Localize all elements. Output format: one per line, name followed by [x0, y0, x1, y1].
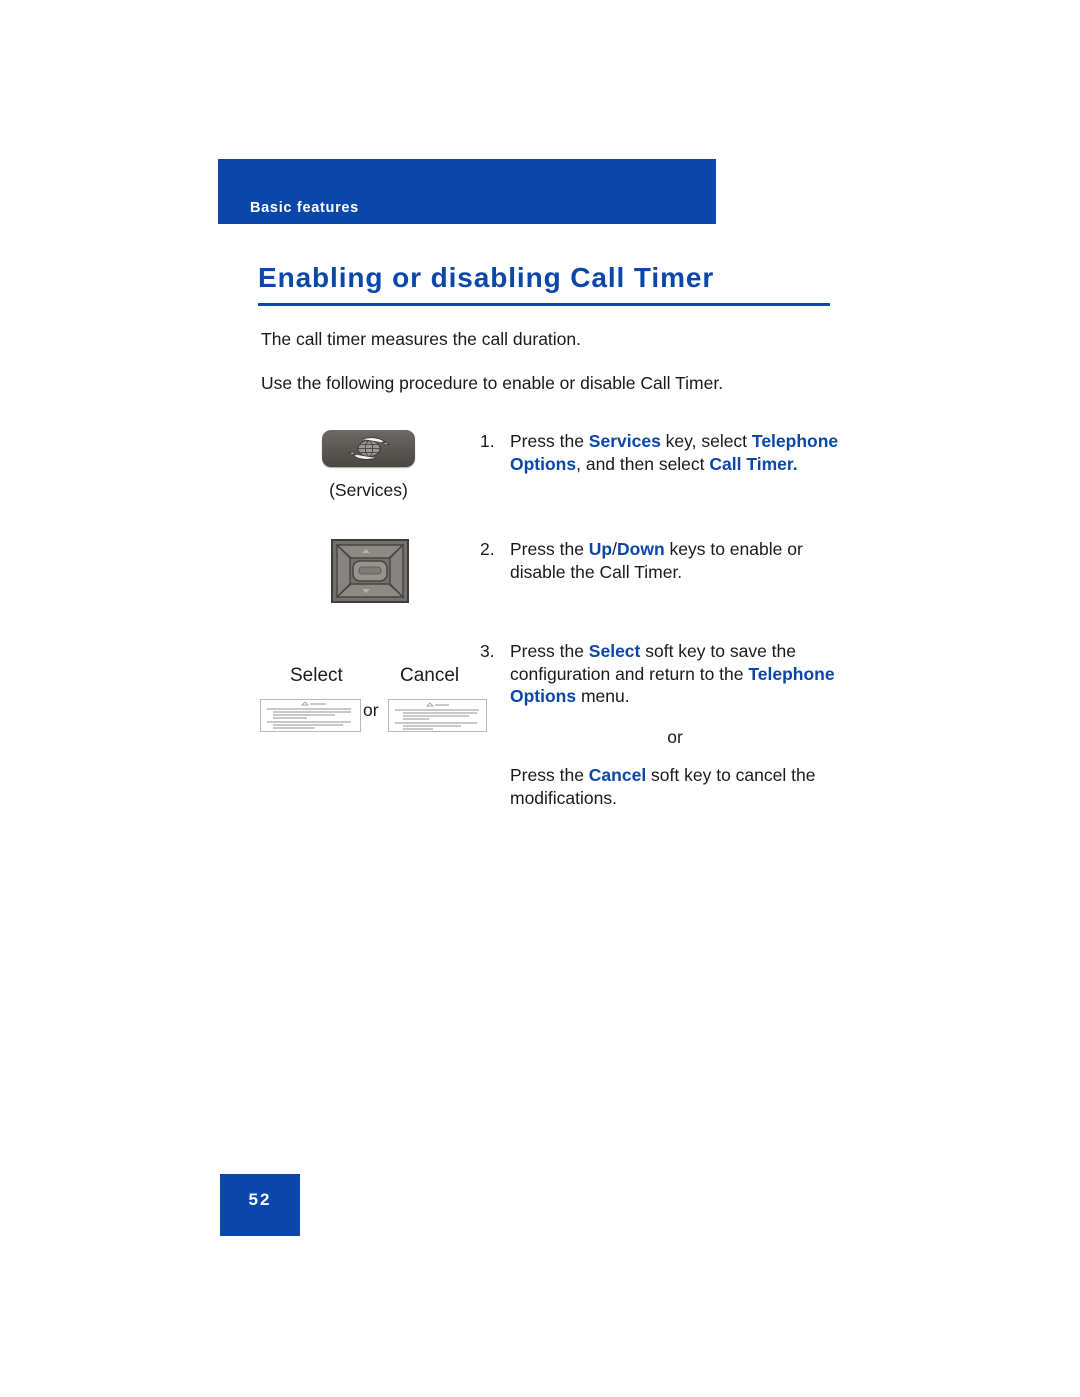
step-3-bold-select: Select	[588, 641, 641, 661]
cancel-softkey-thumbnail	[388, 699, 487, 732]
select-softkey-thumbnail	[260, 699, 361, 732]
softkey-or-label: or	[363, 700, 379, 720]
page-number-block: 52	[220, 1174, 300, 1236]
step-1-text-a: Press the	[510, 431, 589, 451]
step-1-text-b: key, select	[660, 431, 752, 451]
step-3-text-a: Press the	[510, 641, 589, 661]
running-header-label: Basic features	[250, 200, 359, 216]
step-2-text-a: Press the	[510, 539, 589, 559]
step-2-text: Press the Up/Down keys to enable or disa…	[510, 538, 840, 583]
select-thumbnail-microtext	[261, 700, 360, 731]
select-softkey-label: Select	[290, 665, 343, 686]
navigation-updown-pad-icon	[333, 541, 407, 601]
step-3-text: Press the Select soft key to save the co…	[510, 640, 840, 809]
page-number-label: 52	[248, 1190, 272, 1209]
page-title: Enabling or disabling Call Timer	[258, 262, 715, 293]
step-3-or-label: or	[667, 726, 683, 747]
services-key-graphic	[322, 430, 415, 467]
step-1-bold-services: Services	[588, 431, 661, 451]
step-3-number: 3.	[480, 641, 495, 661]
step-3-bold-cancel: Cancel	[588, 765, 647, 785]
step-1-number: 1.	[480, 431, 495, 451]
cancel-softkey-label: Cancel	[400, 665, 460, 686]
document-page: Basic features Enabling or disabling Cal…	[0, 0, 1080, 1397]
step-1-text: Press the Services key, select Telephone…	[510, 430, 840, 475]
intro-paragraph-2: Use the following procedure to enable or…	[261, 373, 724, 393]
services-globe-arrows-icon	[348, 437, 390, 460]
step-2-bold-down: Down	[617, 539, 665, 559]
services-key-caption: (Services)	[329, 480, 408, 500]
intro-paragraph-1: The call timer measures the call duratio…	[261, 329, 581, 349]
navigation-key-graphic	[331, 539, 409, 603]
step-3-text-d: Press the	[510, 765, 589, 785]
step-2-number: 2.	[480, 539, 495, 559]
step-1-text-c: , and then select	[576, 453, 710, 474]
step-2-bold-up: Up	[588, 539, 613, 559]
step-3-text-c: menu.	[576, 686, 630, 706]
heading-divider-rule	[258, 303, 830, 306]
running-header-bar: Basic features	[218, 159, 716, 224]
cancel-thumbnail-microtext	[389, 700, 486, 731]
step-1-bold-call-timer: Call Timer.	[709, 453, 798, 474]
